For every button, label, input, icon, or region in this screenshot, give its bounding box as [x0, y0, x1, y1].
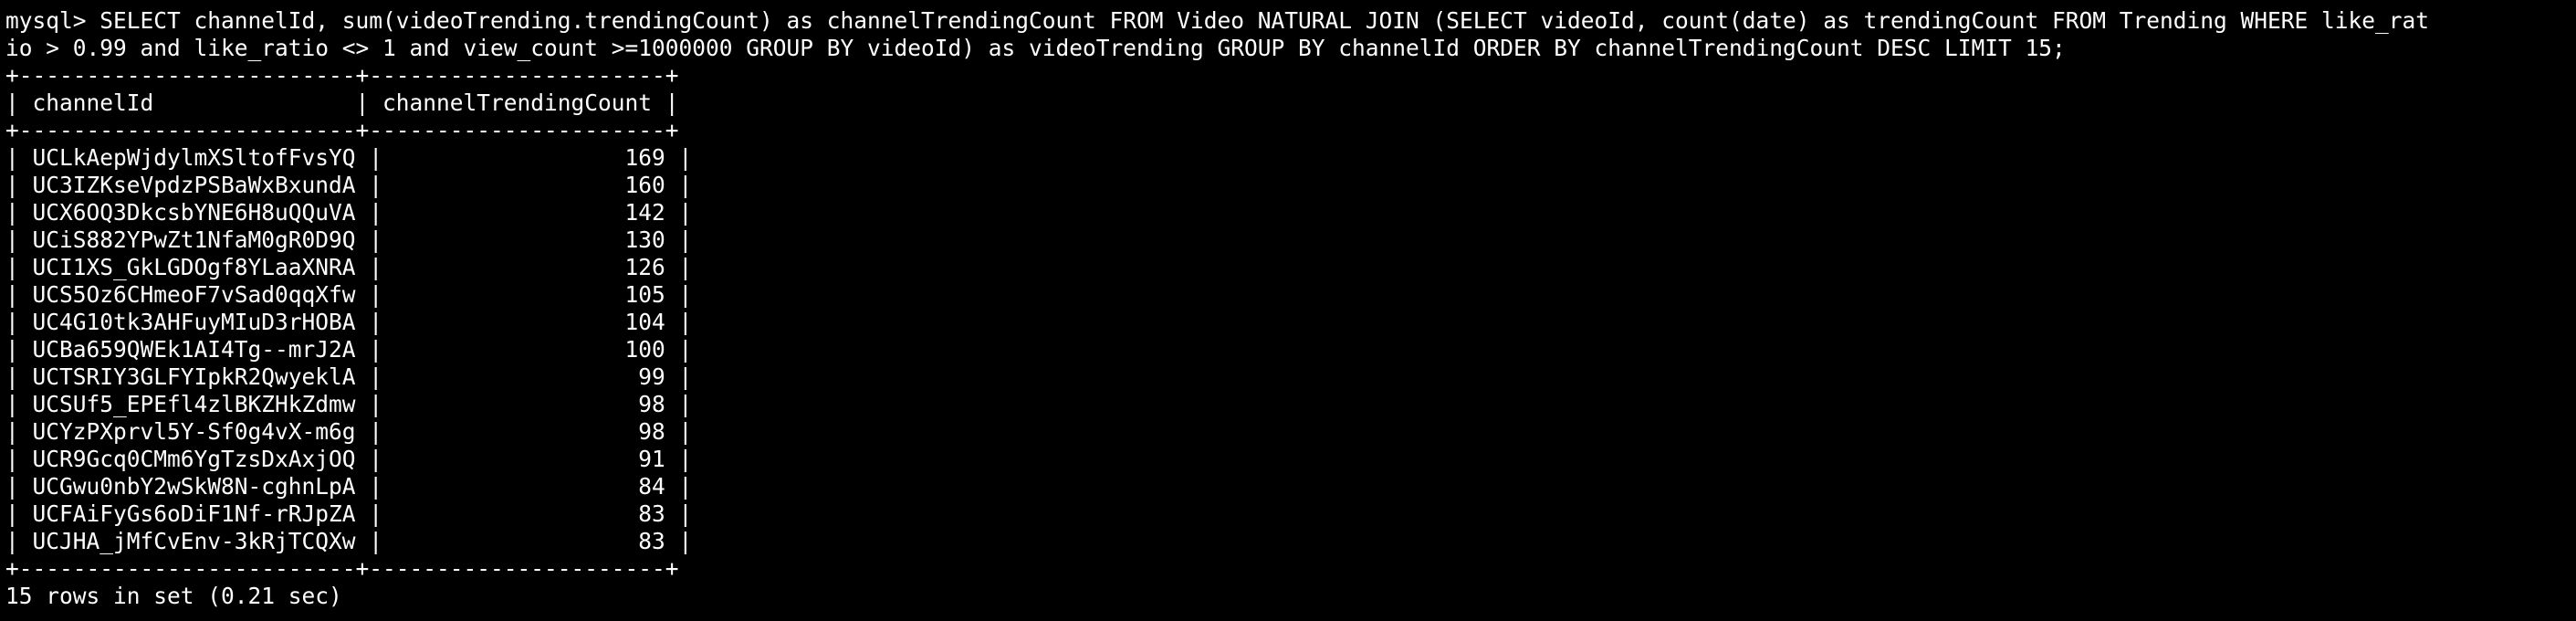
table-row: | UC4G10tk3AHFuyMIuD3rHOBA | 104 | [5, 309, 693, 335]
table-row: | UCYzPXprvl5Y-Sf0g4vX-m6g | 98 | [5, 418, 693, 445]
terminal-window[interactable]: mysql> SELECT channelId, sum(videoTrendi… [0, 0, 2576, 621]
table-row: | UCSUf5_EPEfl4zlBKZHkZdmw | 98 | [5, 391, 693, 417]
table-row: | UCLkAepWjdylmXSltofFvsYQ | 169 | [5, 144, 693, 171]
mysql-prompt: mysql> [5, 7, 100, 34]
command-line-2: io > 0.99 and like_ratio <> 1 and view_c… [5, 35, 2066, 61]
table-row: | UCiS882YPwZt1NfaM0gR0D9Q | 130 | [5, 226, 693, 253]
command-line-1: mysql> SELECT channelId, sum(videoTrendi… [5, 7, 2576, 35]
table-border-top: +-------------------------+-------------… [5, 62, 679, 89]
table-header-row: | channelId | channelTrendingCount | [5, 89, 679, 116]
table-row: | UCBa659QWEk1AI4Tg--mrJ2A | 100 | [5, 336, 693, 363]
table-row: | UCTSRIY3GLFYIpkR2QwyeklA | 99 | [5, 363, 693, 390]
table-row: | UCR9Gcq0CMm6YgTzsDxAxjOQ | 91 | [5, 446, 693, 472]
result-summary: 15 rows in set (0.21 sec) [5, 583, 342, 609]
table-row: | UCX6OQ3DkcsbYNE6H8uQQuVA | 142 | [5, 199, 693, 226]
table-row: | UC3IZKseVpdzPSBaWxBxundA | 160 | [5, 172, 693, 198]
table-border-bottom: +-------------------------+-------------… [5, 555, 679, 582]
table-border-header: +-------------------------+-------------… [5, 117, 679, 143]
table-row: | UCS5Oz6CHmeoF7vSad0qqXfw | 105 | [5, 281, 693, 308]
table-row: | UCGwu0nbY2wSkW8N-cghnLpA | 84 | [5, 473, 693, 500]
table-row: | UCI1XS_GkLGDOgf8YLaaXNRA | 126 | [5, 254, 693, 280]
table-row: | UCJHA_jMfCvEnv-3kRjTCQXw | 83 | [5, 528, 693, 554]
table-row: | UCFAiFyGs6oDiF1Nf-rRJpZA | 83 | [5, 500, 693, 527]
sql-command-text: SELECT channelId, sum(videoTrending.tren… [99, 7, 2430, 34]
